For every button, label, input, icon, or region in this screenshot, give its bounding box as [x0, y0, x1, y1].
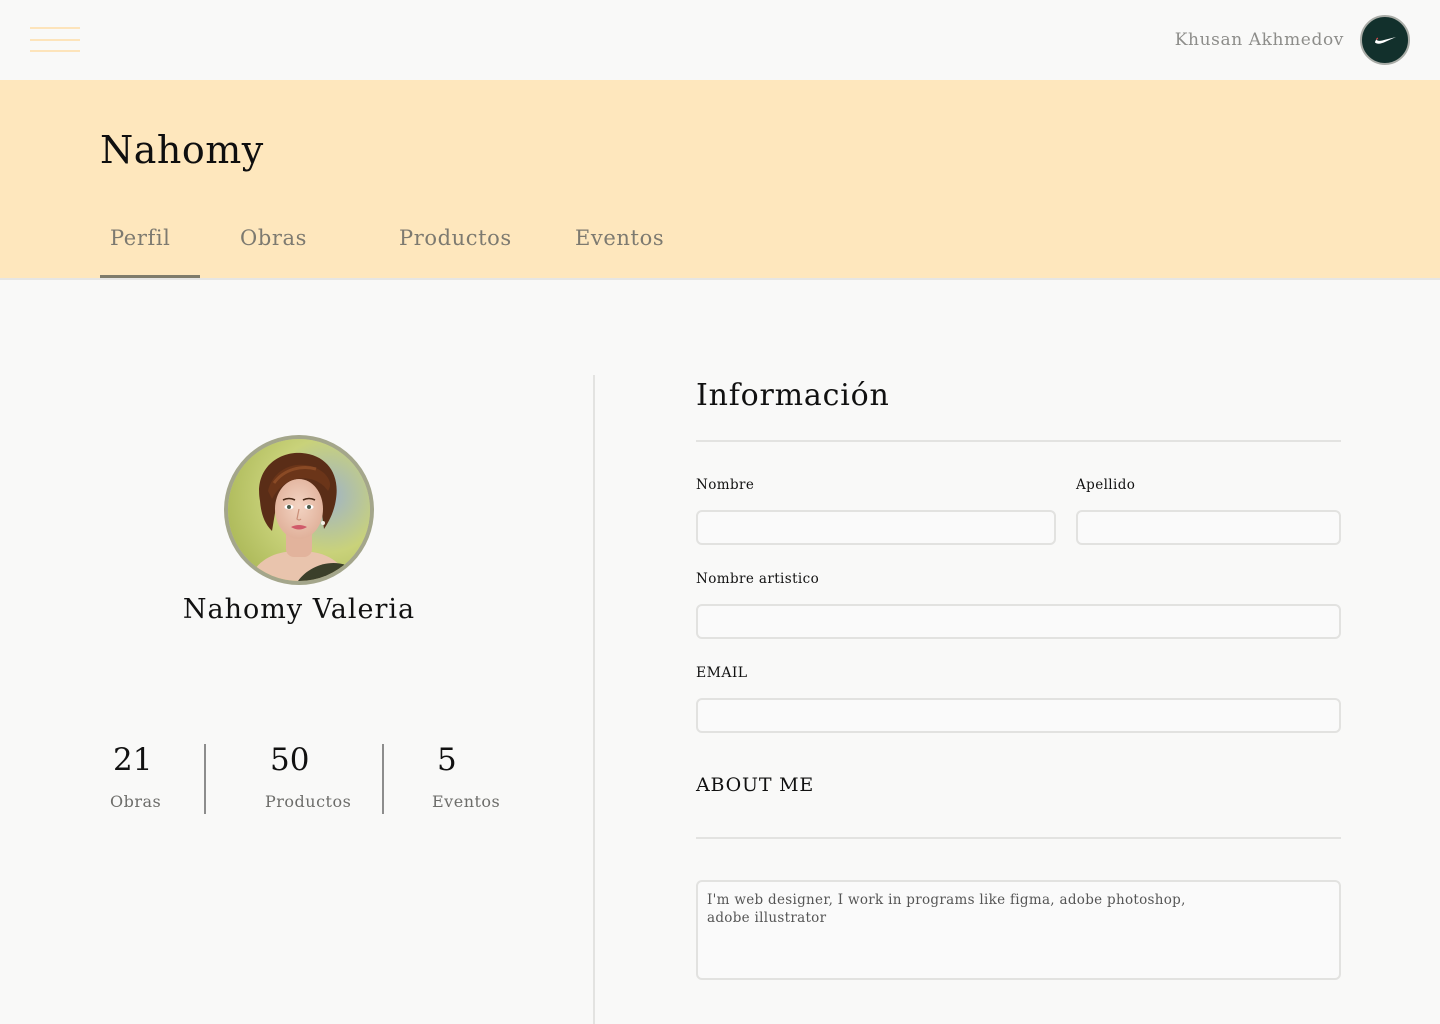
menu-line — [30, 39, 80, 41]
apellido-label: Apellido — [1076, 477, 1136, 493]
info-section-title: Información — [696, 378, 890, 413]
section-divider — [696, 837, 1341, 839]
about-me-title: ABOUT ME — [696, 774, 815, 796]
tab-eventos[interactable]: Eventos — [575, 226, 664, 250]
menu-line — [30, 50, 80, 52]
nombre-artistico-field[interactable] — [696, 604, 1341, 639]
panel-divider — [593, 375, 595, 1024]
stat-label: Productos — [265, 792, 352, 811]
profile-photo — [224, 435, 374, 585]
menu-line — [30, 27, 80, 29]
tab-productos[interactable]: Productos — [399, 226, 512, 250]
section-divider — [696, 440, 1341, 442]
user-name[interactable]: Khusan Akhmedov — [1175, 30, 1344, 50]
email-field[interactable] — [696, 698, 1341, 733]
tab-perfil[interactable]: Perfil — [110, 226, 170, 250]
email-label: EMAIL — [696, 665, 748, 681]
stat-value: 21 — [113, 742, 153, 778]
apellido-field[interactable] — [1076, 510, 1341, 545]
stat-divider — [204, 744, 206, 814]
about-me-textarea[interactable]: I'm web designer, I work in programs lik… — [696, 880, 1341, 980]
nike-swoosh-logo — [1375, 37, 1396, 44]
page-title: Nahomy — [100, 128, 264, 172]
tab-obras[interactable]: Obras — [240, 226, 307, 250]
nombre-label: Nombre — [696, 477, 755, 493]
profile-name: Nahomy Valeria — [182, 594, 416, 625]
stat-value: 5 — [437, 742, 457, 778]
user-avatar[interactable] — [1360, 15, 1410, 65]
stat-label: Obras — [110, 792, 162, 811]
stat-value: 50 — [270, 742, 310, 778]
header-divider — [0, 278, 1440, 280]
stat-divider — [382, 744, 384, 814]
nombre-field[interactable] — [696, 510, 1056, 545]
nombre-artistico-label: Nombre artistico — [696, 571, 820, 587]
profile-header: Nahomy Perfil Obras Productos Eventos — [0, 80, 1440, 278]
hamburger-menu-icon[interactable] — [30, 27, 80, 53]
stat-label: Eventos — [432, 792, 501, 811]
top-bar: Khusan Akhmedov — [0, 0, 1440, 80]
